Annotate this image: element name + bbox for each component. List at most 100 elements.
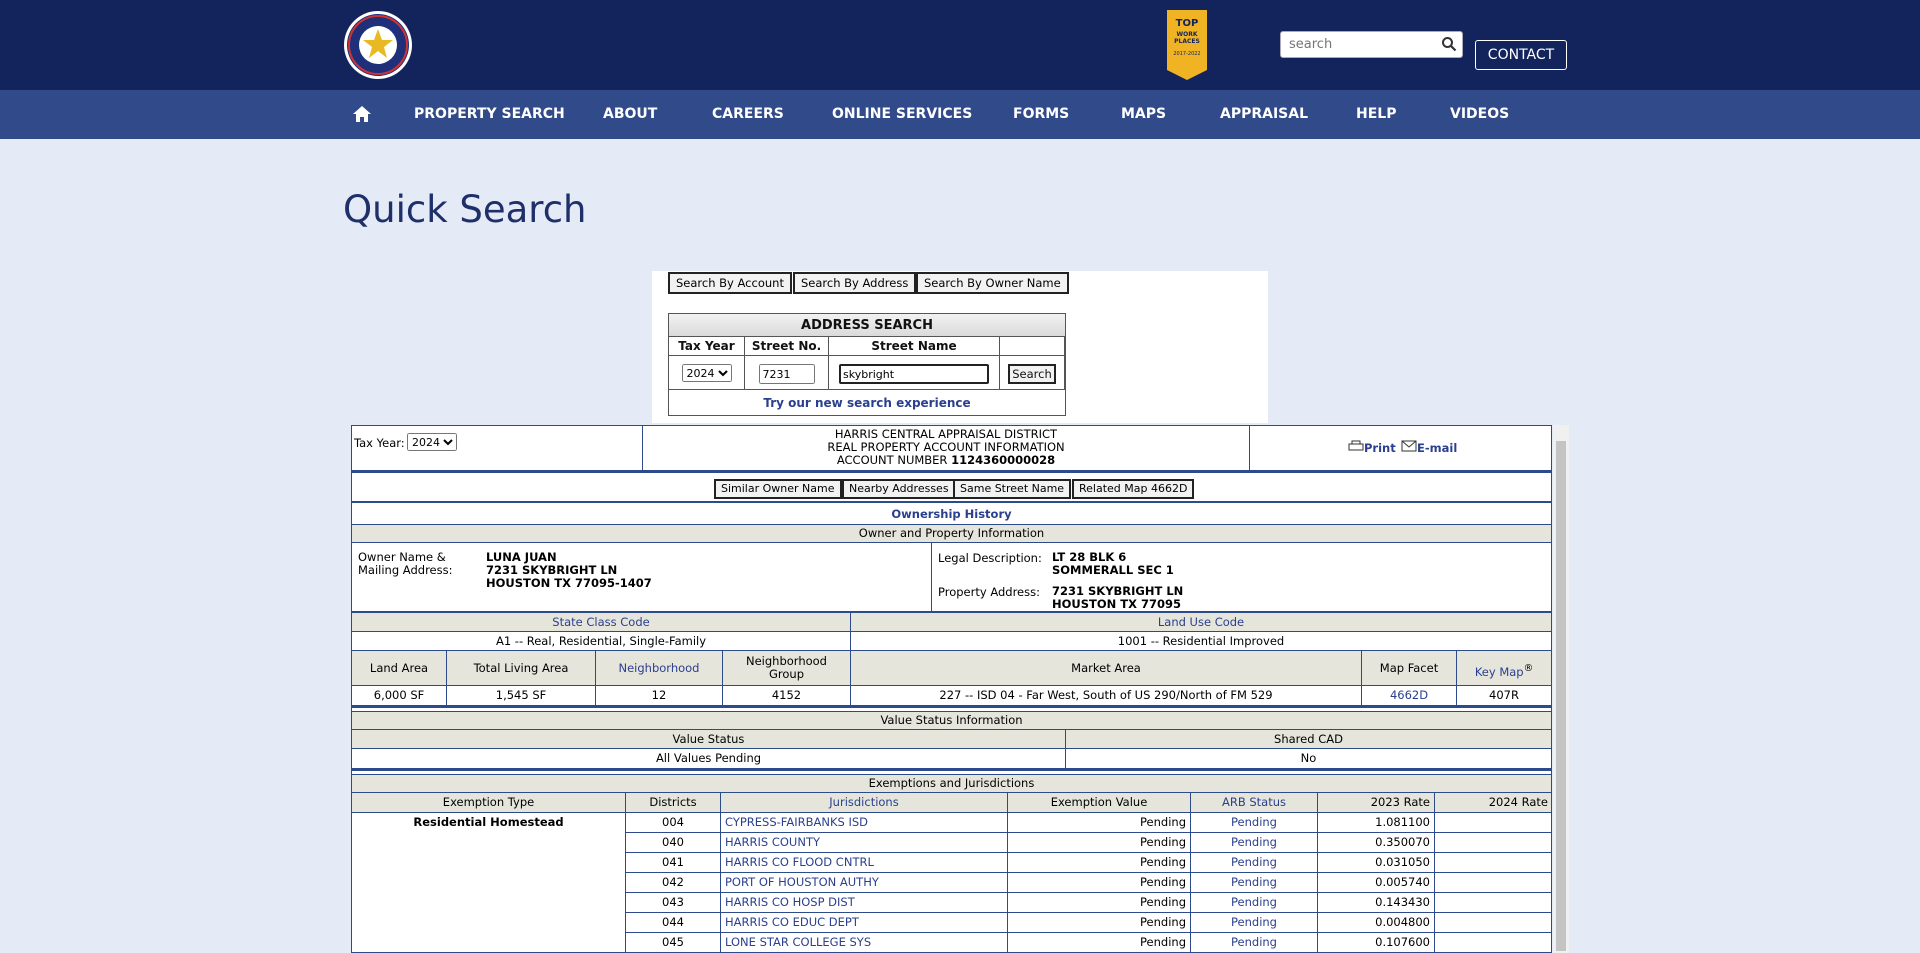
rate-2024-cell	[1435, 853, 1551, 873]
search-by-owner-button[interactable]: Search By Owner Name	[916, 272, 1069, 294]
jurisdiction-link[interactable]: HARRIS CO HOSP DIST	[721, 893, 1008, 913]
mail-icon	[1401, 440, 1417, 452]
nav-videos[interactable]: VIDEOS	[1450, 90, 1509, 139]
site-search-input[interactable]	[1281, 32, 1447, 56]
contact-button[interactable]: CONTACT	[1475, 40, 1567, 70]
arb-status-link[interactable]: Pending	[1191, 933, 1318, 952]
col-key-map-link[interactable]: Key Map®	[1457, 651, 1551, 686]
state-class-code-link[interactable]: State Class Code	[352, 613, 851, 632]
rate-2023-cell: 0.004800	[1318, 913, 1435, 933]
col-neighborhood-link[interactable]: Neighborhood	[596, 651, 723, 686]
print-link[interactable]: Print	[1348, 440, 1396, 455]
jurisdiction-link[interactable]: LONE STAR COLLEGE SYS	[721, 933, 1008, 952]
account-number: 1124360000028	[951, 453, 1056, 467]
nearby-addresses-button[interactable]: Nearby Addresses	[842, 479, 956, 499]
state-class-value: A1 -- Real, Residential, Single-Family	[352, 632, 851, 651]
exemption-value-cell: Pending	[1008, 893, 1191, 913]
col-blank	[1000, 337, 1065, 356]
arb-status-link[interactable]: Pending	[1191, 913, 1318, 933]
col-land-area: Land Area	[352, 651, 447, 686]
jurisdiction-link[interactable]: HARRIS COUNTY	[721, 833, 1008, 853]
market-area-value: 227 -- ISD 04 - Far West, South of US 29…	[851, 686, 1362, 705]
rate-2024-cell	[1435, 873, 1551, 893]
search-by-address-button[interactable]: Search By Address	[793, 272, 917, 294]
map-facet-link[interactable]: 4662D	[1362, 686, 1457, 705]
hcad-logo-icon[interactable]	[343, 10, 413, 80]
district-cell: 044	[626, 913, 721, 933]
owner-section-title: Owner and Property Information	[352, 524, 1551, 543]
divider	[352, 470, 1551, 473]
rate-2023-cell: 0.350070	[1318, 833, 1435, 853]
col-street-no: Street No.	[745, 337, 829, 356]
arb-status-link[interactable]: Pending	[1191, 813, 1318, 833]
rate-2023-cell: 0.031050	[1318, 853, 1435, 873]
rate-2024-cell	[1435, 833, 1551, 853]
street-name-cell	[829, 356, 1000, 390]
arb-status-link[interactable]: Pending	[1191, 833, 1318, 853]
col-2023-rate: 2023 Rate	[1318, 793, 1435, 812]
exemption-type-value: Residential Homestead	[352, 813, 626, 952]
nav-appraisal[interactable]: APPRAISAL	[1220, 90, 1308, 139]
search-by-account-button[interactable]: Search By Account	[668, 272, 792, 294]
col-neighborhood-group: Neighborhood Group	[723, 651, 851, 686]
district-cell: 041	[626, 853, 721, 873]
ownership-history-link[interactable]: Ownership History	[352, 504, 1551, 524]
nav-maps[interactable]: MAPS	[1121, 90, 1166, 139]
rate-2023-cell: 0.005740	[1318, 873, 1435, 893]
related-map-button[interactable]: Related Map 4662D	[1072, 479, 1195, 499]
key-map-value: 407R	[1489, 688, 1519, 702]
street-name-input[interactable]	[839, 364, 989, 384]
record-actions-cell: Print E-mail	[1249, 426, 1551, 470]
jurisdiction-link[interactable]: CYPRESS-FAIRBANKS ISD	[721, 813, 1008, 833]
nav-careers[interactable]: CAREERS	[712, 90, 784, 139]
jurisdiction-link[interactable]: HARRIS CO FLOOD CNTRL	[721, 853, 1008, 873]
property-info: Legal Description: LT 28 BLK 6 SOMMERALL …	[932, 543, 1551, 611]
same-street-name-button[interactable]: Same Street Name	[953, 479, 1072, 499]
arb-status-link[interactable]: Pending	[1191, 873, 1318, 893]
main-nav: PROPERTY SEARCH ABOUT CAREERS ONLINE SER…	[0, 90, 1920, 139]
record-tax-year-select[interactable]: 2024	[407, 433, 457, 451]
record-account-line: ACCOUNT NUMBER 1124360000028	[643, 454, 1249, 467]
svg-text:2017-2022: 2017-2022	[1173, 51, 1200, 57]
col-exemption-value: Exemption Value	[1008, 793, 1191, 812]
col-arb-status-link[interactable]: ARB Status	[1191, 793, 1318, 812]
scrollbar-thumb[interactable]	[1556, 441, 1566, 951]
jurisdiction-link[interactable]: HARRIS CO EDUC DEPT	[721, 913, 1008, 933]
arb-status-link[interactable]: Pending	[1191, 853, 1318, 873]
shared-cad-value: No	[1300, 751, 1317, 765]
neighborhood-value: 12	[596, 686, 723, 705]
street-no-input[interactable]	[758, 364, 815, 384]
nav-about[interactable]: ABOUT	[603, 90, 657, 139]
record-scrollbar[interactable]	[1553, 425, 1569, 953]
nav-forms[interactable]: FORMS	[1013, 90, 1069, 139]
new-search-experience-link[interactable]: Try our new search experience	[669, 396, 1065, 410]
owner-addr-line2: HOUSTON TX 77095-1407	[486, 576, 652, 590]
tax-year-select[interactable]: 2024	[681, 364, 732, 382]
account-prefix: ACCOUNT NUMBER	[836, 453, 948, 467]
search-panel: Search By Account Search By Address Sear…	[652, 271, 1268, 423]
jurisdiction-link[interactable]: PORT OF HOUSTON AUTHY	[721, 873, 1008, 893]
address-search-button[interactable]: Search	[1008, 364, 1056, 384]
record-tax-year-label: Tax Year:	[354, 436, 405, 450]
rate-2023-cell: 1.081100	[1318, 813, 1435, 833]
district-cell: 042	[626, 873, 721, 893]
nav-property-search[interactable]: PROPERTY SEARCH	[414, 90, 565, 139]
search-icon[interactable]	[1441, 36, 1457, 52]
neighborhood-group-value: 4152	[723, 686, 851, 705]
nav-online-services[interactable]: ONLINE SERVICES	[832, 90, 972, 139]
svg-text:PLACES: PLACES	[1174, 38, 1200, 45]
owner-info: Owner Name & Mailing Address: LUNA JUAN 7…	[352, 543, 932, 611]
col-districts: Districts	[626, 793, 721, 812]
email-link[interactable]: E-mail	[1401, 440, 1457, 455]
home-icon[interactable]	[352, 104, 372, 124]
divider	[352, 501, 1551, 503]
nav-help[interactable]: HELP	[1356, 90, 1396, 139]
col-street-name: Street Name	[829, 337, 1000, 356]
district-cell: 043	[626, 893, 721, 913]
arb-status-link[interactable]: Pending	[1191, 893, 1318, 913]
address-search-heading: ADDRESS SEARCH	[669, 314, 1065, 337]
land-use-code-link[interactable]: Land Use Code	[851, 613, 1551, 632]
similar-owner-name-button[interactable]: Similar Owner Name	[714, 479, 842, 499]
divider	[352, 768, 1551, 771]
col-jurisdictions-link[interactable]: Jurisdictions	[721, 793, 1008, 812]
